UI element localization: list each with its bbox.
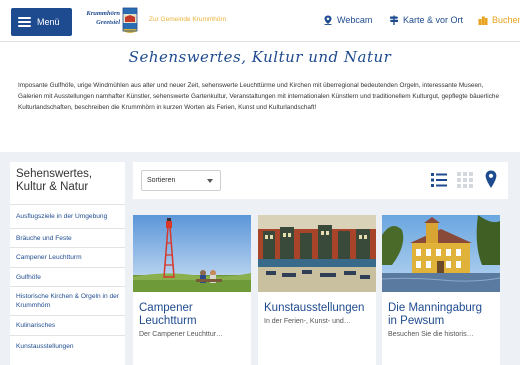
card-manningaburg[interactable]: Die Manningaburg in Pewsum Besuchen Sie …	[381, 215, 501, 365]
castle-image	[381, 215, 501, 292]
sidebar-item-kunstausstellungen[interactable]: Kunstausstellungen	[10, 336, 125, 356]
map-view-icon[interactable]	[485, 170, 497, 189]
logo-line-2: Greetsiel	[96, 19, 120, 26]
nav-webcam-label: Webcam	[337, 15, 373, 25]
gemeinde-link[interactable]: Zur Gemeinde Krummhörn	[149, 16, 226, 23]
sidebar-item-kulinarisches[interactable]: Kulinarisches	[10, 316, 125, 336]
content-area: Sehenswertes, Kultur & Natur Ausflugszie…	[0, 152, 520, 365]
grid-view-icon[interactable]	[457, 172, 473, 188]
sidebar-item-braeuche[interactable]: Bräuche und Feste	[10, 229, 125, 248]
toolbar: Sortieren	[133, 162, 508, 199]
sidebar-title: Sehenswertes, Kultur & Natur	[10, 162, 125, 205]
sidebar: Sehenswertes, Kultur & Natur Ausflugszie…	[10, 162, 125, 365]
nav-karte-label: Karte & vor Ort	[403, 15, 464, 25]
sidebar-item-kirchen-orgeln[interactable]: Historische Kirchen & Orgeln in der Krum…	[10, 287, 125, 316]
card-title: Die Manningaburg in Pewsum	[388, 302, 482, 327]
card-teaser: Besuchen Sie die historis…	[388, 331, 474, 338]
logo-line-1: Krummhörn	[86, 10, 120, 17]
chevron-down-icon	[207, 179, 213, 183]
signpost-icon	[389, 15, 399, 25]
sort-select[interactable]: Sortieren	[141, 170, 221, 191]
page-title: Sehenswertes, Kultur und Natur	[128, 48, 392, 66]
sort-label: Sortieren	[147, 177, 176, 184]
site-header: Menü Krummhörn Greetsiel Zur Gemeinde Kr…	[0, 0, 520, 42]
menu-button[interactable]: Menü	[11, 8, 72, 36]
nav-buchen-label: Buchen	[492, 15, 520, 25]
card-kunstausstellungen[interactable]: Kunstausstellungen In der Ferien-, Kunst…	[258, 215, 376, 365]
nav-karte[interactable]: Karte & vor Ort	[389, 15, 463, 25]
menu-label: Menü	[37, 17, 60, 27]
nav-webcam[interactable]: Webcam	[323, 15, 372, 25]
sidebar-item-ausflugsziele[interactable]: Ausflugsziele in der Umgebung	[10, 205, 125, 229]
sidebar-item-campener-leuchtturm[interactable]: Campener Leuchtturm	[10, 248, 125, 268]
map-pin-icon	[324, 15, 332, 25]
nav-buchen[interactable]: Buchen	[478, 15, 520, 25]
intro-text: Imposante Gulfhöfe, urige Windmühlen aus…	[18, 82, 500, 111]
card-teaser: In der Ferien-, Kunst- und…	[264, 318, 351, 325]
sidebar-item-gulfhoefe[interactable]: Gulfhöfe	[10, 268, 125, 287]
card-teaser: Der Campener Leuchttur…	[139, 331, 224, 338]
crest-icon	[122, 7, 138, 33]
card-campener-leuchtturm[interactable]: Campener Leuchtturm Der Campener Leuchtt…	[133, 215, 251, 365]
buildings-icon	[478, 16, 488, 25]
card-title: Campener Leuchtturm	[139, 302, 197, 327]
painting-image	[258, 215, 376, 292]
list-view-icon[interactable]	[431, 172, 447, 188]
card-title: Kunstausstellungen	[264, 302, 365, 314]
site-logo[interactable]: Krummhörn Greetsiel	[78, 7, 140, 37]
hamburger-icon	[18, 17, 31, 27]
lighthouse-image	[133, 215, 251, 292]
